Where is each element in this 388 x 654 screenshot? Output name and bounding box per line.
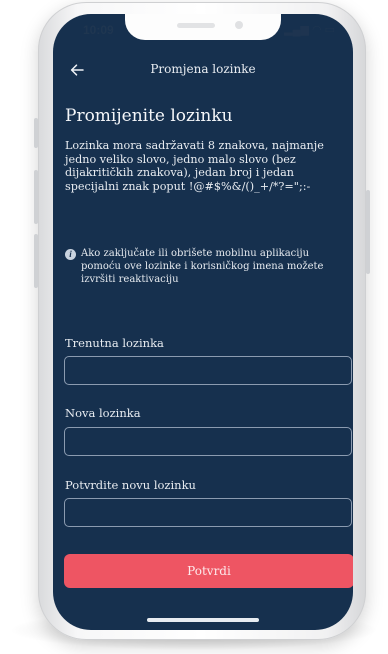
volume-down-button <box>34 234 38 288</box>
status-time: 10:09 <box>83 23 114 37</box>
info-icon: i <box>65 249 76 260</box>
phone-screen: 10:09 ▂▄▆ ◠ ▭ Promjena lozinke Promijeni… <box>53 14 353 630</box>
camera-icon <box>235 21 243 29</box>
new-password-input[interactable] <box>64 427 352 456</box>
volume-up-button <box>34 170 38 224</box>
page-title: Promjena lozinke <box>150 62 256 76</box>
new-password-label: Nova lozinka <box>65 406 141 420</box>
speaker-grille <box>177 23 215 28</box>
confirm-password-input[interactable] <box>64 498 352 527</box>
confirm-password-label: Potvrdite novu lozinku <box>65 478 196 492</box>
power-button <box>366 190 370 274</box>
section-heading: Promijenite lozinku <box>65 106 233 126</box>
app-bar: Promjena lozinke <box>53 58 353 82</box>
current-password-label: Trenutna lozinka <box>65 336 164 350</box>
password-requirements: Lozinka mora sadržavati 8 znakova, najma… <box>65 139 324 193</box>
mute-switch <box>34 118 38 148</box>
notch <box>125 14 281 40</box>
home-indicator <box>147 618 259 622</box>
info-text: Ako zaključate ili obrišete mobilnu apli… <box>81 248 324 285</box>
status-icons: ▂▄▆ ◠ ▭ <box>284 24 335 36</box>
confirm-button[interactable]: Potvrdi <box>64 554 353 588</box>
current-password-input[interactable] <box>64 356 352 385</box>
info-note: i Ako zaključate ili obrišete mobilnu ap… <box>65 248 345 286</box>
